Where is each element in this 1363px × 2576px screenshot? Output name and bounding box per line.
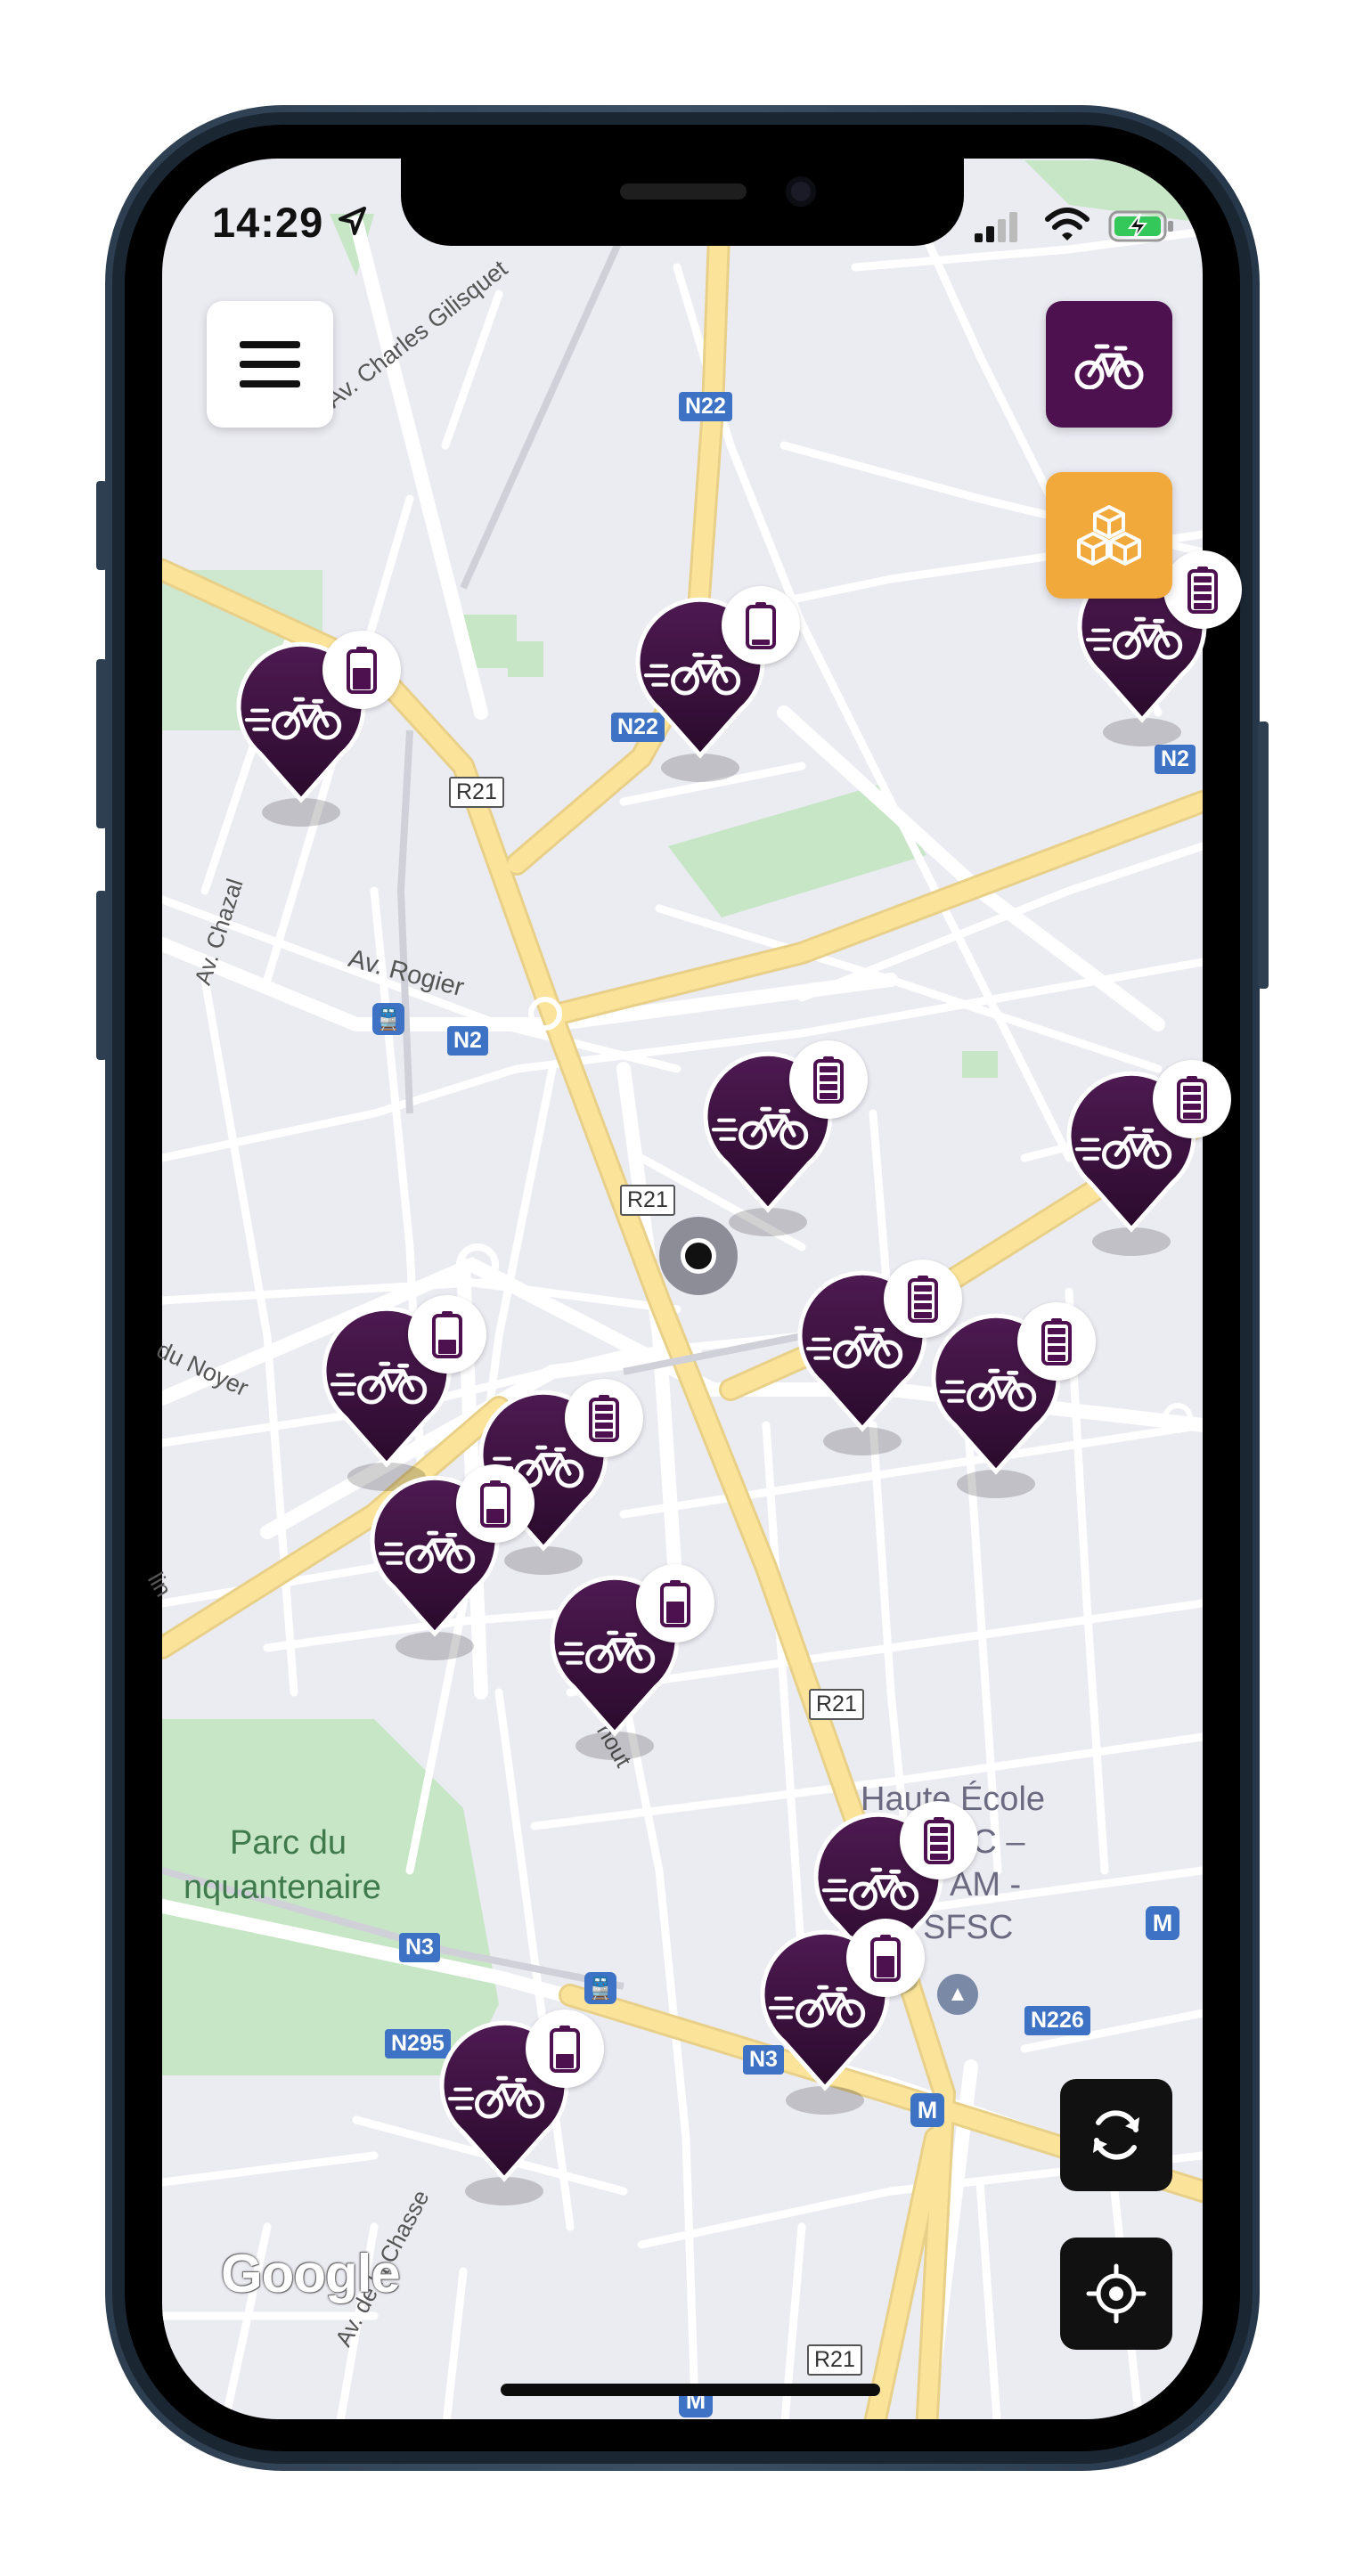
battery-icon bbox=[1041, 1318, 1072, 1365]
battery-badge bbox=[565, 1379, 643, 1457]
battery-icon bbox=[870, 1935, 901, 1982]
battery-icon bbox=[1177, 1076, 1207, 1123]
phone-frame: Av. Charles Gilisquet Av. Chazal Av. Rog… bbox=[0, 0, 1363, 2576]
road-shield-r21: R21 bbox=[807, 2344, 862, 2376]
park-label-line2: nquantenaire bbox=[184, 1869, 381, 1906]
crosshair-icon bbox=[1086, 2263, 1147, 2324]
battery-badge bbox=[900, 1801, 978, 1879]
battery-badge bbox=[1017, 1302, 1096, 1381]
battery-icon bbox=[432, 1311, 462, 1358]
signal-icon bbox=[973, 208, 1023, 244]
home-indicator bbox=[501, 2384, 880, 2396]
bike-marker[interactable] bbox=[1060, 1060, 1256, 1268]
camera-lens bbox=[786, 176, 816, 207]
road-shield-n226: N226 bbox=[1024, 2006, 1090, 2035]
parcel-filter-button[interactable] bbox=[1046, 472, 1172, 599]
wifi-icon bbox=[1044, 207, 1090, 244]
battery-badge bbox=[526, 2009, 604, 2088]
refresh-icon bbox=[1093, 2110, 1139, 2160]
bike-marker[interactable] bbox=[363, 1464, 559, 1673]
google-attribution: Google bbox=[221, 2244, 401, 2303]
battery-charging-icon bbox=[1108, 208, 1176, 244]
street-label: du Noyer bbox=[152, 1336, 253, 1402]
battery-badge bbox=[722, 586, 800, 664]
refresh-button[interactable] bbox=[1060, 2079, 1172, 2191]
battery-badge bbox=[322, 631, 401, 709]
battery-icon bbox=[660, 1580, 690, 1627]
bike-marker[interactable] bbox=[754, 1919, 950, 2127]
road-shield-n2: N2 bbox=[447, 1026, 488, 1056]
road-shield-r21: R21 bbox=[449, 777, 504, 808]
battery-badge bbox=[456, 1464, 535, 1543]
bike-marker[interactable] bbox=[629, 586, 825, 795]
train-station-icon: 🚆 bbox=[372, 1003, 404, 1035]
bike-marker[interactable] bbox=[697, 1040, 893, 1249]
speaker-grille bbox=[620, 183, 747, 200]
locate-me-button[interactable] bbox=[1060, 2238, 1172, 2350]
battery-icon bbox=[924, 1817, 954, 1864]
street-label: Av. Chazal bbox=[189, 875, 249, 989]
road-shield-r21: R21 bbox=[809, 1689, 864, 1720]
battery-icon bbox=[347, 647, 377, 694]
metro-icon: M bbox=[1146, 1906, 1179, 1940]
street-label: lin bbox=[143, 1568, 178, 1602]
status-time: 14:29 bbox=[212, 199, 324, 246]
street-label: Av. Charles Gilisquet bbox=[321, 255, 513, 413]
battery-icon bbox=[480, 1480, 510, 1528]
battery-icon bbox=[1188, 567, 1218, 614]
battery-icon bbox=[746, 602, 776, 649]
battery-icon bbox=[813, 1056, 844, 1104]
bike-marker[interactable] bbox=[925, 1302, 1121, 1511]
battery-badge bbox=[1153, 1060, 1231, 1138]
bike-marker[interactable] bbox=[433, 2009, 629, 2218]
battery-icon bbox=[550, 2026, 580, 2073]
phone-notch bbox=[401, 157, 964, 246]
bike-marker[interactable] bbox=[230, 631, 426, 839]
boxes-icon bbox=[1077, 505, 1141, 566]
hamburger-icon bbox=[240, 341, 300, 387]
menu-button[interactable] bbox=[207, 301, 333, 428]
park-label: Parc du nquantenaire bbox=[184, 1821, 381, 1910]
location-arrow-icon bbox=[335, 205, 369, 239]
street-label: Av. Rogier bbox=[345, 944, 468, 1003]
battery-badge bbox=[408, 1295, 486, 1374]
battery-icon bbox=[589, 1395, 619, 1442]
road-shield-n3: N3 bbox=[399, 1933, 440, 1962]
bike-marker[interactable] bbox=[543, 1564, 739, 1773]
road-shield-n22: N22 bbox=[679, 392, 732, 421]
battery-badge bbox=[636, 1564, 714, 1643]
bicycle-icon bbox=[1074, 344, 1144, 389]
bike-filter-button[interactable] bbox=[1046, 301, 1172, 428]
battery-badge bbox=[846, 1919, 925, 1997]
map-view[interactable]: Av. Charles Gilisquet Av. Chazal Av. Rog… bbox=[0, 0, 1363, 2576]
train-station-icon: 🚆 bbox=[584, 1972, 616, 2004]
battery-badge bbox=[1163, 550, 1242, 629]
park-label-line1: Parc du bbox=[230, 1824, 347, 1862]
battery-badge bbox=[789, 1040, 868, 1119]
road-shield-r21: R21 bbox=[620, 1185, 675, 1216]
